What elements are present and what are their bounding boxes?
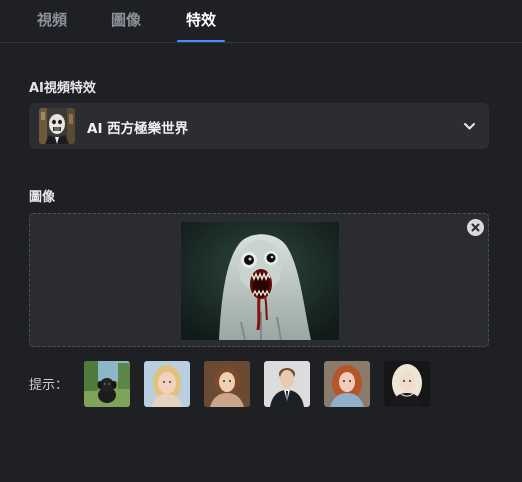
effect-section-label: AI視頻特效 xyxy=(29,81,96,96)
image-section-label: 圖像 xyxy=(29,190,56,205)
hint-thumb-black-puppy[interactable] xyxy=(84,361,130,407)
hint-label: 提示： xyxy=(29,378,69,393)
effect-thumbnail xyxy=(39,108,75,144)
tab-effects[interactable]: 特效 xyxy=(186,9,216,30)
effect-select-value: AI 西方極樂世界 xyxy=(87,121,189,137)
hint-thumb-blonde-girl[interactable] xyxy=(144,361,190,407)
close-circle-icon xyxy=(471,223,480,232)
tab-bar: 視頻 圖像 特效 xyxy=(0,0,522,43)
hint-thumb-redhead-woman[interactable] xyxy=(324,361,370,407)
image-upload-area[interactable] xyxy=(29,213,489,347)
tab-image[interactable]: 圖像 xyxy=(111,9,141,30)
effect-select[interactable]: AI 西方極樂世界 xyxy=(29,103,489,149)
uploaded-image-preview xyxy=(181,222,339,340)
active-tab-indicator xyxy=(177,40,225,42)
hint-thumb-man-in-suit[interactable] xyxy=(264,361,310,407)
chevron-down-icon xyxy=(464,123,475,130)
tab-video[interactable]: 視頻 xyxy=(37,9,67,30)
hint-thumb-vintage-woman[interactable] xyxy=(204,361,250,407)
hint-thumb-platinum-blonde-woman[interactable] xyxy=(384,361,430,407)
remove-image-button[interactable] xyxy=(467,219,484,236)
